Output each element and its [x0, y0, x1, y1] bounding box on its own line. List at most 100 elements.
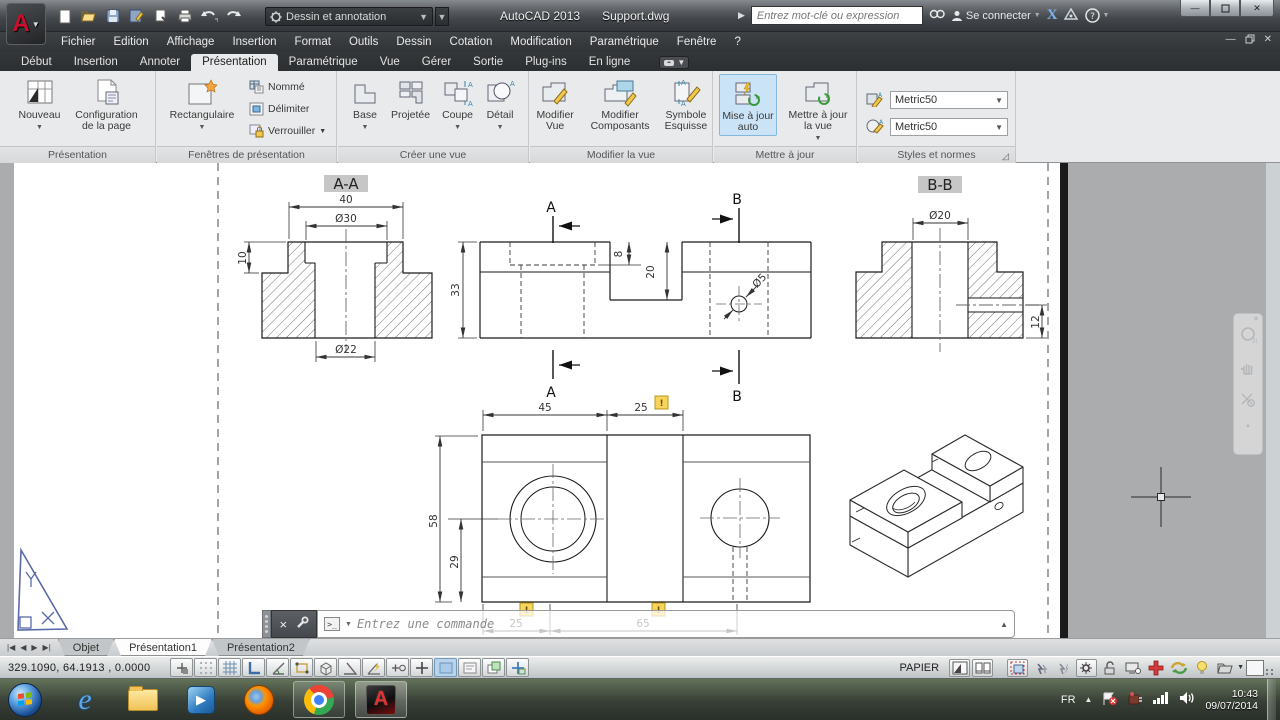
ortho-mode-button[interactable]	[242, 658, 265, 677]
command-input-area[interactable]: >_ ▼ ▲	[317, 610, 1015, 638]
search-input[interactable]	[751, 6, 923, 25]
command-input[interactable]	[357, 617, 995, 631]
chevron-down-icon[interactable]: ▼	[345, 621, 352, 628]
panel-label[interactable]: Fenêtres de présentation	[157, 146, 336, 163]
panel-label[interactable]: Styles et normes◿	[858, 146, 1015, 163]
infocenter-toggle-icon[interactable]: ▶	[738, 10, 745, 21]
show-desktop-button[interactable]	[1267, 679, 1276, 720]
next-layout-icon[interactable]: ▶	[31, 643, 37, 652]
print-icon[interactable]	[176, 8, 194, 24]
panel-label[interactable]: Créer une vue	[338, 146, 528, 163]
wrench-icon[interactable]	[295, 616, 309, 633]
command-line-window[interactable]: × >_ ▼ ▲	[262, 610, 1015, 638]
tray-expand-icon[interactable]: ▲	[1085, 695, 1093, 704]
doc-close-button[interactable]: ✕	[1264, 34, 1272, 47]
section-style-icon[interactable]: A	[866, 91, 884, 110]
start-button[interactable]	[8, 683, 42, 717]
menu-insertion[interactable]: Insertion	[223, 32, 285, 52]
menu-outils[interactable]: Outils	[340, 32, 387, 52]
quick-view-layouts-icon[interactable]	[972, 659, 993, 677]
bulb-icon[interactable]	[1191, 659, 1212, 677]
tab-insertion[interactable]: Insertion	[63, 54, 129, 71]
menu-parametrique[interactable]: Paramétrique	[581, 32, 668, 52]
dynamic-input-button[interactable]	[386, 658, 409, 677]
tab-objet[interactable]: Objet	[58, 639, 114, 656]
selection-cycling-button[interactable]	[482, 658, 505, 677]
menu-fichier[interactable]: Fichier	[52, 32, 105, 52]
tab-presentation1[interactable]: Présentation1	[114, 639, 212, 656]
taskbar-firefox[interactable]	[242, 683, 276, 717]
polar-tracking-button[interactable]	[266, 658, 289, 677]
ribbon-display-toggle[interactable]: ▼	[659, 56, 689, 69]
section-style-combo[interactable]: Metric50▼	[890, 91, 1008, 109]
hardware-acceleration-icon[interactable]	[1122, 659, 1143, 677]
drawing-canvas[interactable]: A-A 40 Ø30 10 Ø22 Ø5	[0, 163, 1280, 638]
detail-style-combo[interactable]: Metric50▼	[890, 118, 1008, 136]
exchange-apps-icon[interactable]: X	[1047, 7, 1058, 24]
taskbar-media-player[interactable]: ▶	[184, 683, 218, 717]
menu-cotation[interactable]: Cotation	[441, 32, 502, 52]
menu-aide[interactable]: ?	[725, 32, 749, 52]
plot-preview-icon[interactable]	[152, 8, 170, 24]
chevron-down-icon[interactable]: ▼	[1237, 664, 1244, 671]
panel-label[interactable]: Mettre à jour	[714, 146, 856, 163]
tab-annoter[interactable]: Annoter	[129, 54, 191, 71]
annotation-warning-badge[interactable]: !	[655, 396, 668, 409]
help-button[interactable]: ? ▼	[1085, 8, 1110, 23]
detail-button[interactable]: A Détail▼	[483, 74, 517, 135]
modifier-vue-button[interactable]: Modifier Vue	[530, 74, 580, 134]
menu-format[interactable]: Format	[286, 32, 340, 52]
dynamic-ucs-button[interactable]	[362, 658, 385, 677]
application-menu-button[interactable]: A▼	[6, 3, 46, 45]
zoom-icon[interactable]	[1240, 392, 1256, 410]
close-button[interactable]: ✕	[1240, 0, 1274, 17]
pan-hand-icon[interactable]	[1240, 360, 1256, 378]
resize-grip[interactable]	[1266, 661, 1276, 675]
lineweight-button[interactable]	[410, 658, 433, 677]
taskbar-explorer[interactable]	[126, 683, 160, 717]
grid-display-button[interactable]	[218, 658, 241, 677]
doc-minimize-button[interactable]: —	[1226, 34, 1236, 47]
tab-presentation[interactable]: Présentation	[191, 54, 278, 71]
panel-label[interactable]: Modifier la vue	[530, 146, 712, 163]
configuration-page-button[interactable]: Configuration de la page	[70, 74, 144, 134]
infer-constraints-button[interactable]	[170, 658, 193, 677]
power-plug-icon[interactable]	[1127, 691, 1143, 709]
command-window-grip[interactable]	[262, 610, 271, 638]
close-icon[interactable]: ×	[279, 618, 287, 631]
save-as-icon[interactable]	[128, 8, 146, 24]
close-icon[interactable]: ✕	[1253, 315, 1259, 323]
save-icon[interactable]	[104, 8, 122, 24]
tab-plugins[interactable]: Plug-ins	[514, 54, 578, 71]
model-paper-icon[interactable]	[949, 659, 970, 677]
first-layout-icon[interactable]: |◀	[7, 643, 15, 652]
annotation-visibility-icon[interactable]	[1030, 659, 1051, 677]
gear-icon[interactable]	[1076, 659, 1097, 677]
panel-launcher-icon[interactable]: ◿	[1002, 151, 1012, 161]
tab-parametrique[interactable]: Paramétrique	[278, 54, 369, 71]
command-history-icon[interactable]: ▲	[1000, 620, 1008, 629]
coupe-button[interactable]: AA Coupe▼	[440, 74, 475, 135]
tray-settings-icon[interactable]	[1214, 659, 1235, 677]
workspace-menu-button[interactable]: ▼	[435, 7, 449, 26]
annotation-scale-icon[interactable]	[1007, 659, 1028, 677]
rectangulaire-button[interactable]: Rectangulaire▼	[165, 74, 239, 135]
tab-gerer[interactable]: Gérer	[411, 54, 462, 71]
sign-in-button[interactable]: Se connecter ▼	[951, 10, 1041, 22]
tab-sortie[interactable]: Sortie	[462, 54, 514, 71]
menu-fenetre[interactable]: Fenêtre	[668, 32, 726, 52]
nomme-button[interactable]: Nommé	[249, 76, 326, 98]
panel-label[interactable]: Présentation	[0, 146, 155, 163]
menu-edition[interactable]: Edition	[105, 32, 158, 52]
symbole-esquisse-button[interactable]: AA Symbole Esquisse	[660, 74, 712, 134]
nouveau-button[interactable]: Nouveau▼	[12, 74, 68, 135]
trusted-autodesk-icon[interactable]	[1145, 659, 1166, 677]
quick-properties-button[interactable]	[458, 658, 481, 677]
mettre-a-jour-vue-button[interactable]: Mettre à jour la vue▼	[785, 74, 851, 146]
network-signal-icon[interactable]	[1152, 691, 1170, 708]
prev-layout-icon[interactable]: ◀	[20, 643, 26, 652]
mise-a-jour-auto-button[interactable]: Mise à jour auto	[719, 74, 777, 136]
projetee-button[interactable]: Projetée	[389, 74, 432, 123]
tab-presentation2[interactable]: Présentation2	[212, 639, 310, 656]
chevron-down-icon[interactable]: ▼	[1245, 424, 1251, 430]
